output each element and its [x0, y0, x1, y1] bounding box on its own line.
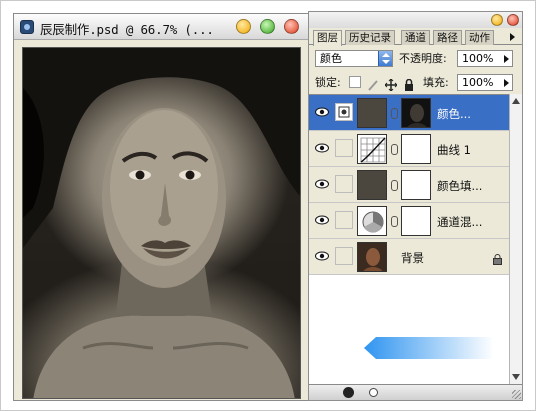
link-chain-icon[interactable] [391, 180, 398, 191]
layer-mask-thumbnail[interactable] [401, 134, 431, 164]
scroll-down-icon[interactable] [512, 374, 520, 380]
link-chain-icon[interactable] [391, 216, 398, 227]
layer-row[interactable]: 颜色填... [309, 167, 509, 203]
lock-position-icon[interactable] [384, 76, 398, 92]
tab-layers[interactable]: 图层 [313, 30, 342, 46]
fill-field[interactable]: 100% [457, 74, 513, 91]
channel-mixer-icon [357, 206, 387, 236]
select-stepper-icon [378, 51, 392, 66]
visibility-eye-icon[interactable] [315, 107, 329, 117]
blend-mode-value: 颜色 [320, 52, 342, 65]
layer-thumbnail [357, 170, 387, 200]
layer-style-icon[interactable] [369, 388, 378, 397]
layer-thumbnail [357, 242, 387, 272]
link-layers-icon[interactable] [343, 387, 354, 398]
panel-minimize-button[interactable] [491, 14, 503, 26]
layer-row[interactable]: 颜色... [309, 95, 509, 131]
visibility-eye-icon[interactable] [315, 215, 329, 225]
document-title: 辰辰制作.psd @ 66.7% (... [40, 22, 214, 37]
panel-bottom-bar [309, 384, 522, 400]
fill-arrow-icon[interactable] [504, 79, 509, 87]
opacity-arrow-icon[interactable] [504, 55, 509, 63]
lock-row: 锁定: 填充: 100% [309, 72, 522, 94]
maximize-button[interactable] [260, 19, 275, 34]
lock-transparent-pixels-icon[interactable] [349, 76, 361, 88]
link-chain-icon[interactable] [391, 144, 398, 155]
layer-brush-cell[interactable] [335, 175, 353, 193]
lock-image-pixels-icon[interactable] [367, 76, 379, 91]
fill-label: 填充: [423, 76, 449, 89]
panel-menu-arrow-icon[interactable] [510, 33, 515, 41]
layer-name[interactable]: 颜色... [437, 106, 471, 122]
tab-paths[interactable]: 路径 [433, 30, 462, 45]
panel-close-button[interactable] [507, 14, 519, 26]
visibility-eye-icon[interactable] [315, 143, 329, 153]
layer-name[interactable]: 背景 [401, 250, 424, 266]
annotation-arrow-icon [364, 337, 494, 359]
close-button[interactable] [284, 19, 299, 34]
resize-grip-icon[interactable] [512, 390, 521, 399]
layer-mask-thumbnail[interactable] [401, 206, 431, 236]
layer-brush-cell[interactable] [335, 139, 353, 157]
opacity-value: 100% [462, 52, 494, 65]
link-chain-icon[interactable] [391, 108, 398, 119]
layer-brush-cell[interactable] [335, 247, 353, 265]
panel-tabs: 图层 历史记录 通道 路径 动作 [309, 29, 522, 46]
layers-scrollbar[interactable] [509, 94, 522, 384]
layer-brush-icon[interactable] [335, 103, 353, 121]
opacity-label: 不透明度: [399, 52, 447, 65]
image-canvas[interactable] [22, 47, 301, 399]
blend-row: 颜色 不透明度: 100% [309, 48, 522, 70]
tab-actions[interactable]: 动作 [465, 30, 494, 45]
opacity-field[interactable]: 100% [457, 50, 513, 67]
curves-adjustment-icon [357, 134, 387, 164]
layer-brush-cell[interactable] [335, 211, 353, 229]
lock-label: 锁定: [315, 76, 341, 89]
layer-row[interactable]: 背景 [309, 239, 509, 275]
photoshop-document-icon [20, 20, 34, 34]
layer-row[interactable]: 通道混... [309, 203, 509, 239]
layer-name[interactable]: 曲线 1 [437, 142, 471, 158]
document-title-bar[interactable]: 辰辰制作.psd @ 66.7% (... [14, 14, 308, 40]
layer-mask-thumbnail[interactable] [401, 98, 431, 128]
screenshot-frame: 辰辰制作.psd @ 66.7% (... 图层 历史记录 通道 路径 动作 颜… [0, 0, 536, 411]
lock-all-icon[interactable] [403, 76, 415, 91]
visibility-eye-icon[interactable] [315, 251, 329, 261]
scroll-up-icon[interactable] [512, 98, 520, 104]
layer-name[interactable]: 颜色填... [437, 178, 482, 194]
layer-name[interactable]: 通道混... [437, 214, 482, 230]
layer-thumbnail [357, 98, 387, 128]
blend-mode-select[interactable]: 颜色 [315, 50, 393, 67]
layer-lock-icon [493, 250, 502, 265]
visibility-eye-icon[interactable] [315, 179, 329, 189]
document-window: 辰辰制作.psd @ 66.7% (... [13, 13, 309, 401]
layer-mask-thumbnail[interactable] [401, 170, 431, 200]
layer-row[interactable]: 曲线 1 [309, 131, 509, 167]
fill-value: 100% [462, 76, 494, 89]
tab-channels[interactable]: 通道 [401, 30, 430, 45]
portrait-image [23, 48, 300, 398]
panel-title-bar[interactable] [309, 12, 522, 28]
minimize-button[interactable] [236, 19, 251, 34]
tab-history[interactable]: 历史记录 [345, 30, 395, 45]
